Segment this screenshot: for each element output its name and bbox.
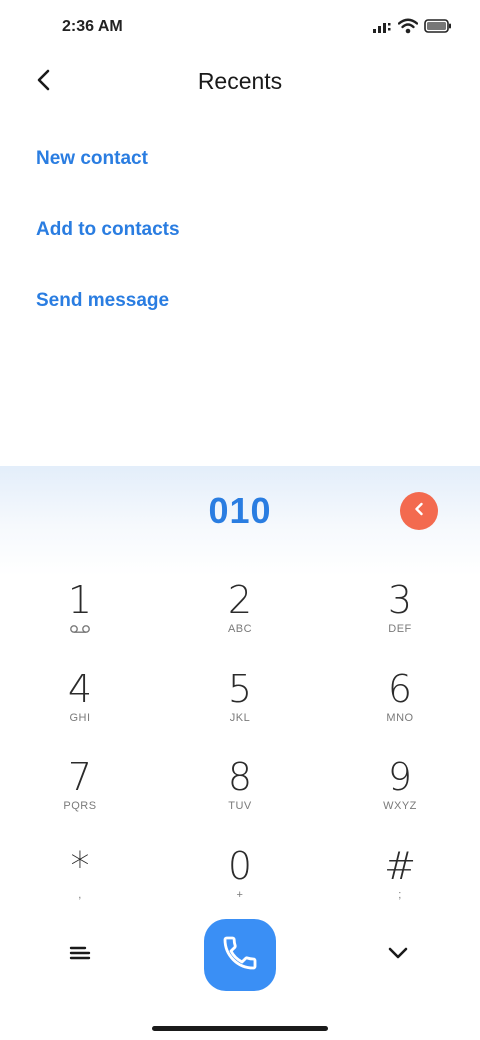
key-letters: DEF [388, 623, 412, 635]
key-5[interactable]: 5 JKL [160, 665, 320, 754]
new-contact-link[interactable]: New contact [36, 148, 148, 170]
menu-icon [69, 945, 91, 966]
phone-icon [220, 933, 260, 978]
key-digit: 7 [67, 755, 93, 799]
key-0[interactable]: 0 + [160, 842, 320, 931]
status-icons [372, 18, 452, 39]
key-digit: * [70, 843, 90, 888]
delete-button[interactable] [400, 492, 438, 530]
wifi-icon [397, 18, 419, 39]
key-letters: ABC [227, 623, 253, 635]
menu-button[interactable] [62, 940, 98, 970]
key-digit: 1 [67, 578, 93, 622]
key-letters: , [78, 888, 82, 901]
chevron-down-icon [387, 946, 409, 965]
key-digit: 4 [67, 666, 93, 711]
key-digit: 3 [387, 578, 413, 622]
key-letters: MNO [386, 711, 414, 724]
status-bar: 2:36 AM [0, 0, 480, 56]
header: Recents [0, 56, 480, 108]
key-7[interactable]: 7 PQRS [0, 753, 160, 842]
key-4[interactable]: 4 GHI [0, 665, 160, 754]
key-hash[interactable]: # ; [320, 842, 480, 931]
backspace-icon [413, 502, 425, 521]
key-star[interactable]: * , [0, 842, 160, 931]
battery-icon [424, 19, 452, 38]
key-letters: ; [398, 888, 402, 901]
key-9[interactable]: 9 WXYZ [320, 753, 480, 842]
key-digit: 0 [227, 843, 253, 888]
key-letters: + [236, 888, 244, 901]
keypad: 1 2 ABC 3 DEF 4 GHI 5 JKL 6 MNO 7 PQRS 8… [0, 576, 480, 930]
key-digit: 8 [227, 755, 253, 799]
signal-icon [372, 19, 392, 38]
key-digit: 2 [227, 578, 253, 622]
page-title: Recents [197, 68, 283, 94]
send-message-link[interactable]: Send message [36, 290, 169, 312]
dialer-panel: 010 1 2 ABC 3 DEF 4 GHI 5 JKL 6 MNO 7 PQ… [0, 466, 480, 1040]
key-letters: PQRS [63, 800, 97, 812]
dialer-screen: 2:36 AM Recents New contact Add to conta… [0, 0, 480, 1040]
key-1[interactable]: 1 [0, 576, 160, 665]
key-letters: JKL [229, 711, 251, 724]
key-digit: 9 [387, 755, 413, 799]
call-button[interactable] [204, 919, 276, 991]
key-digit: 5 [227, 666, 253, 711]
key-6[interactable]: 6 MNO [320, 665, 480, 754]
key-digit: 6 [387, 666, 413, 711]
key-letters: GHI [69, 711, 91, 724]
key-letters: TUV [228, 800, 252, 812]
key-2[interactable]: 2 ABC [160, 576, 320, 665]
voicemail-icon [69, 622, 91, 636]
key-digit: # [384, 843, 416, 888]
collapse-keypad-button[interactable] [380, 940, 416, 970]
status-time: 2:36 AM [62, 18, 123, 35]
key-3[interactable]: 3 DEF [320, 576, 480, 665]
key-letters: WXYZ [383, 800, 417, 812]
add-to-contacts-link[interactable]: Add to contacts [36, 219, 180, 241]
key-8[interactable]: 8 TUV [160, 753, 320, 842]
home-indicator[interactable] [152, 1026, 328, 1031]
